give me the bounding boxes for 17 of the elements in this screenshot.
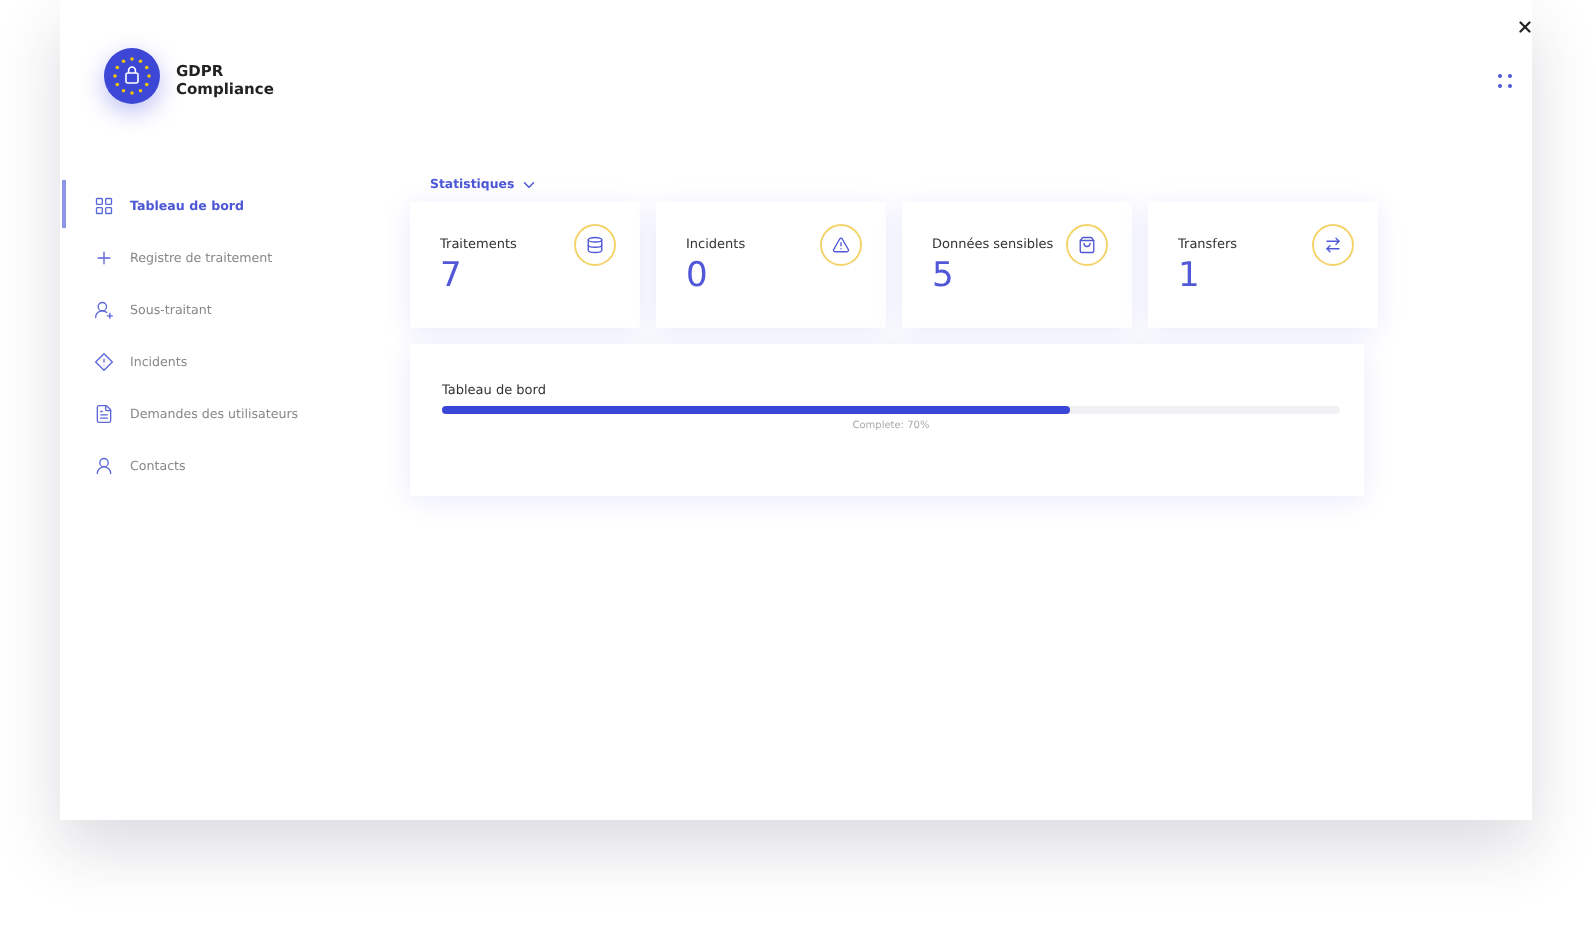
- bag-icon: [1066, 224, 1108, 266]
- diamond-alert-icon: [94, 352, 114, 372]
- stat-value: 0: [686, 256, 710, 296]
- stat-value: 1: [1178, 256, 1202, 296]
- user-plus-icon: [94, 300, 114, 320]
- grid-icon: [94, 196, 114, 216]
- logo-icon: [104, 48, 160, 104]
- plus-icon: [94, 248, 114, 268]
- database-icon: [574, 224, 616, 266]
- dots-icon[interactable]: [1498, 74, 1512, 88]
- close-button[interactable]: [1516, 18, 1534, 36]
- warning-icon: [820, 224, 862, 266]
- document-icon: [94, 404, 114, 424]
- swap-arrows-icon: [1312, 224, 1354, 266]
- stat-value: 5: [932, 256, 956, 296]
- user-icon: [94, 456, 114, 476]
- stat-value: 7: [440, 256, 464, 296]
